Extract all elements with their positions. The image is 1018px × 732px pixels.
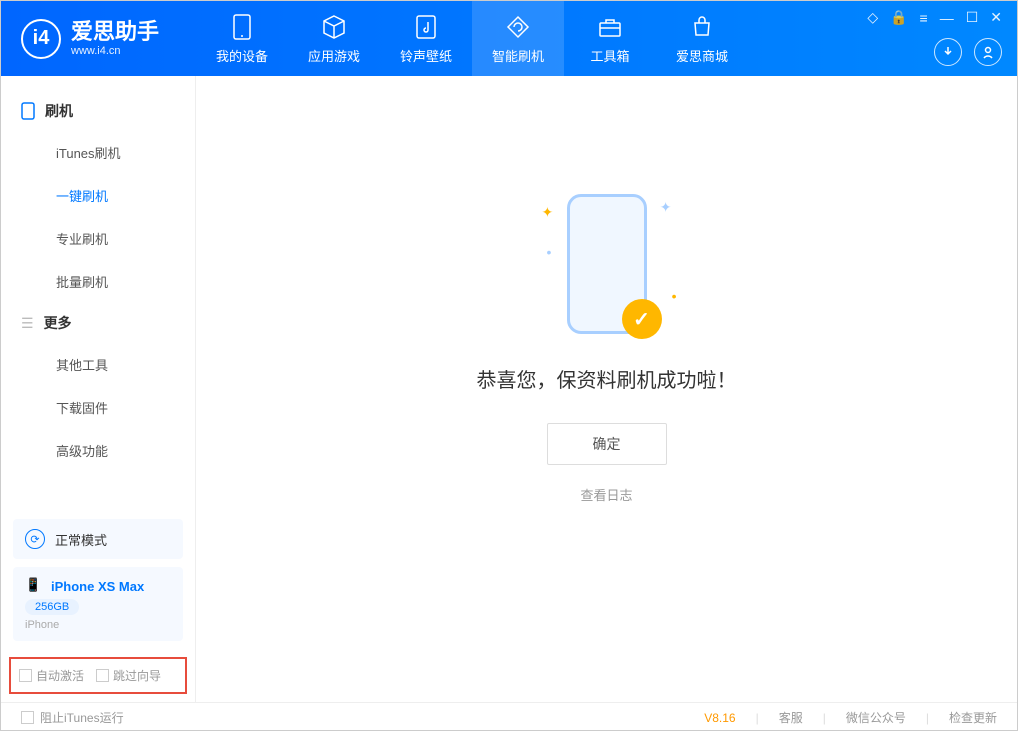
device-icon: [228, 13, 256, 41]
check-icon: ✓: [622, 299, 662, 339]
capacity-badge: 256GB: [25, 599, 79, 615]
version-label: V8.16: [704, 711, 735, 725]
app-url: www.i4.cn: [71, 45, 159, 57]
lock-icon[interactable]: 🔒: [890, 9, 907, 26]
minimize-icon[interactable]: —: [940, 10, 954, 26]
sidebar-item-other-tools[interactable]: 其他工具: [1, 343, 195, 386]
checkbox-prevent-itunes[interactable]: 阻止iTunes运行: [21, 709, 124, 726]
footer-link-wechat[interactable]: 微信公众号: [846, 709, 906, 726]
sidebar-item-oneclick-flash[interactable]: 一键刷机: [1, 174, 195, 217]
device-name: iPhone XS Max: [51, 579, 144, 594]
main-content: ✦ • ✦ • ✓ 恭喜您，保资料刷机成功啦！ 确定 查看日志: [196, 76, 1017, 702]
music-file-icon: [412, 13, 440, 41]
device-icon: 📱: [25, 577, 43, 595]
menu-icon[interactable]: ≡: [920, 10, 928, 26]
maximize-icon[interactable]: ☐: [966, 9, 979, 26]
ok-button[interactable]: 确定: [547, 423, 667, 465]
device-card[interactable]: 📱 iPhone XS Max 256GB iPhone: [13, 567, 183, 641]
highlighted-options: 自动激活 跳过向导: [9, 657, 187, 694]
section-more: ☰ 更多: [1, 303, 195, 343]
view-log-link[interactable]: 查看日志: [580, 485, 632, 504]
sidebar-item-itunes-flash[interactable]: iTunes刷机: [1, 131, 195, 174]
footer-link-support[interactable]: 客服: [779, 709, 803, 726]
tab-smart-flash[interactable]: 智能刷机: [472, 1, 564, 76]
mode-card[interactable]: ⟳ 正常模式: [13, 519, 183, 559]
app-name: 爱思助手: [71, 20, 159, 44]
close-icon[interactable]: ✕: [990, 9, 1002, 26]
list-icon: ☰: [21, 315, 34, 332]
tab-my-device[interactable]: 我的设备: [196, 1, 288, 76]
window-controls: ◇ 🔒 ≡ — ☐ ✕: [867, 9, 1002, 26]
app-header: i4 爱思助手 www.i4.cn 我的设备 应用游戏 铃声壁纸 智能刷机 工具…: [1, 1, 1017, 76]
footer: 阻止iTunes运行 V8.16 | 客服 | 微信公众号 | 检查更新: [1, 702, 1017, 732]
phone-icon: [21, 102, 35, 120]
success-message: 恭喜您，保资料刷机成功啦！: [477, 364, 737, 393]
logo-icon: i4: [21, 19, 61, 59]
tab-apps-games[interactable]: 应用游戏: [288, 1, 380, 76]
sidebar-item-batch-flash[interactable]: 批量刷机: [1, 260, 195, 303]
shop-icon: [688, 13, 716, 41]
footer-link-update[interactable]: 检查更新: [949, 709, 997, 726]
header-actions: [934, 38, 1002, 66]
tab-ringtone-wallpaper[interactable]: 铃声壁纸: [380, 1, 472, 76]
nav-tabs: 我的设备 应用游戏 铃声壁纸 智能刷机 工具箱 爱思商城: [196, 1, 748, 76]
shirt-icon[interactable]: ◇: [867, 9, 878, 26]
success-illustration: ✦ • ✦ • ✓: [567, 194, 647, 334]
sidebar-item-pro-flash[interactable]: 专业刷机: [1, 217, 195, 260]
checkbox-skip-wizard[interactable]: 跳过向导: [96, 667, 161, 684]
mode-icon: ⟳: [25, 529, 45, 549]
sidebar-item-advanced[interactable]: 高级功能: [1, 429, 195, 472]
cube-icon: [320, 13, 348, 41]
section-flash: 刷机: [1, 91, 195, 131]
logo-area: i4 爱思助手 www.i4.cn: [1, 19, 196, 59]
tab-shop[interactable]: 爱思商城: [656, 1, 748, 76]
download-button[interactable]: [934, 38, 962, 66]
user-button[interactable]: [974, 38, 1002, 66]
tab-toolbox[interactable]: 工具箱: [564, 1, 656, 76]
refresh-icon: [504, 13, 532, 41]
checkbox-auto-activate[interactable]: 自动激活: [19, 667, 84, 684]
sidebar-item-download-firmware[interactable]: 下载固件: [1, 386, 195, 429]
device-type: iPhone: [25, 619, 171, 631]
toolbox-icon: [596, 13, 624, 41]
sidebar: 刷机 iTunes刷机 一键刷机 专业刷机 批量刷机 ☰ 更多 其他工具 下载固…: [1, 76, 196, 702]
